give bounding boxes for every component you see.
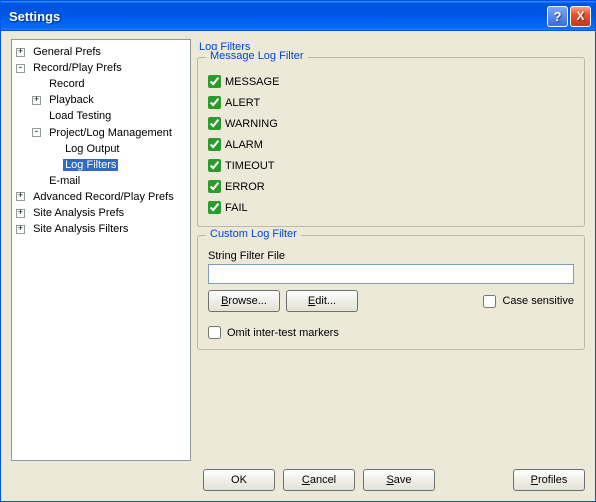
filter-row-error: ERROR (208, 180, 574, 193)
no-expander-icon (32, 112, 41, 121)
tree-item-record[interactable]: Record (32, 76, 188, 92)
titlebar-buttons: ? X (547, 6, 591, 27)
group-legend: Message Log Filter (206, 50, 308, 62)
plus-icon[interactable]: + (16, 48, 25, 57)
filter-row-message: MESSAGE (208, 75, 574, 88)
filter-row-fail: FAIL (208, 201, 574, 214)
omit-markers-checkbox[interactable] (208, 326, 221, 339)
window-title: Settings (9, 9, 547, 24)
tree-label: Project/Log Management (47, 127, 174, 139)
filter-checkbox-warning[interactable] (208, 117, 221, 130)
tree-item-log-filters[interactable]: Log Filters (48, 157, 188, 173)
tree-label: E-mail (47, 175, 82, 187)
tree-label: Advanced Record/Play Prefs (31, 191, 176, 203)
custom-log-filter-group: Custom Log Filter String Filter File Bro… (197, 235, 585, 350)
omit-markers-label: Omit inter-test markers (227, 327, 339, 339)
case-sensitive-checkbox[interactable] (483, 295, 496, 308)
filter-checkbox-message[interactable] (208, 75, 221, 88)
tree-item-general-prefs[interactable]: + General Prefs (16, 44, 188, 60)
tree-item-email[interactable]: E-mail (32, 173, 188, 189)
message-log-filter-group: Message Log Filter MESSAGE ALERT WARNING (197, 57, 585, 227)
browse-button[interactable]: Browse... (208, 290, 280, 312)
no-expander-icon (48, 160, 57, 169)
omit-markers-row: Omit inter-test markers (208, 326, 574, 339)
dialog-body: + General Prefs - Record/Play Prefs Reco… (1, 31, 595, 501)
plus-icon[interactable]: + (16, 225, 25, 234)
profiles-button[interactable]: Profiles (513, 469, 585, 491)
tree-item-proj-log-mgmt[interactable]: - Project/Log Management Log Output (32, 124, 188, 172)
filter-label: WARNING (225, 118, 278, 130)
content-pane: Log Filters Message Log Filter MESSAGE A… (197, 39, 585, 461)
tree-label: General Prefs (31, 46, 103, 58)
tree-label: Site Analysis Prefs (31, 207, 126, 219)
filter-row-timeout: TIMEOUT (208, 159, 574, 172)
minus-icon[interactable]: - (16, 64, 25, 73)
tree-item-log-output[interactable]: Log Output (48, 141, 188, 157)
no-expander-icon (32, 80, 41, 89)
filter-row-alert: ALERT (208, 96, 574, 109)
case-sensitive-label: Case sensitive (502, 295, 574, 307)
ok-button[interactable]: OK (203, 469, 275, 491)
titlebar: Settings ? X (1, 1, 595, 31)
save-button[interactable]: Save (363, 469, 435, 491)
custom-filter-buttons-row: Browse... Edit... Case sensitive (208, 290, 574, 312)
string-filter-file-input[interactable] (208, 264, 574, 284)
tree-label: Log Output (63, 143, 121, 155)
no-expander-icon (32, 176, 41, 185)
filter-checkbox-fail[interactable] (208, 201, 221, 214)
plus-icon[interactable]: + (32, 96, 41, 105)
tree-item-site-analysis-filters[interactable]: + Site Analysis Filters (16, 221, 188, 237)
tree-item-load-testing[interactable]: Load Testing (32, 108, 188, 124)
main-area: + General Prefs - Record/Play Prefs Reco… (11, 39, 585, 461)
nav-tree[interactable]: + General Prefs - Record/Play Prefs Reco… (14, 44, 188, 237)
tree-label: Site Analysis Filters (31, 223, 130, 235)
tree-item-adv-record-play[interactable]: + Advanced Record/Play Prefs (16, 189, 188, 205)
tree-item-site-analysis-prefs[interactable]: + Site Analysis Prefs (16, 205, 188, 221)
help-button[interactable]: ? (547, 6, 568, 27)
close-button[interactable]: X (570, 6, 591, 27)
filter-checkbox-timeout[interactable] (208, 159, 221, 172)
plus-icon[interactable]: + (16, 209, 25, 218)
tree-label: Log Filters (63, 159, 118, 171)
group-legend: Custom Log Filter (206, 228, 301, 240)
cancel-button[interactable]: Cancel (283, 469, 355, 491)
no-expander-icon (48, 144, 57, 153)
filter-row-warning: WARNING (208, 117, 574, 130)
edit-button[interactable]: Edit... (286, 290, 358, 312)
filter-checkbox-error[interactable] (208, 180, 221, 193)
settings-window: Settings ? X + General Prefs - Recor (0, 0, 596, 502)
filter-label: ALERT (225, 97, 260, 109)
tree-label: Load Testing (47, 110, 113, 122)
tree-item-record-play-prefs[interactable]: - Record/Play Prefs Record + Playback (16, 60, 188, 189)
filter-label: FAIL (225, 202, 248, 214)
tree-item-playback[interactable]: + Playback (32, 92, 188, 108)
tree-label: Record (47, 78, 86, 90)
filter-label: MESSAGE (225, 76, 279, 88)
filter-label: TIMEOUT (225, 160, 275, 172)
tree-label: Record/Play Prefs (31, 62, 124, 74)
filter-row-alarm: ALARM (208, 138, 574, 151)
filter-checkbox-alarm[interactable] (208, 138, 221, 151)
dialog-button-bar: OK Cancel Save Profiles (11, 461, 585, 491)
tree-label: Playback (47, 94, 96, 106)
minus-icon[interactable]: - (32, 128, 41, 137)
filter-checkbox-alert[interactable] (208, 96, 221, 109)
filter-label: ERROR (225, 181, 265, 193)
nav-tree-pane: + General Prefs - Record/Play Prefs Reco… (11, 39, 191, 461)
string-filter-file-label: String Filter File (208, 250, 574, 262)
filter-label: ALARM (225, 139, 263, 151)
plus-icon[interactable]: + (16, 192, 25, 201)
